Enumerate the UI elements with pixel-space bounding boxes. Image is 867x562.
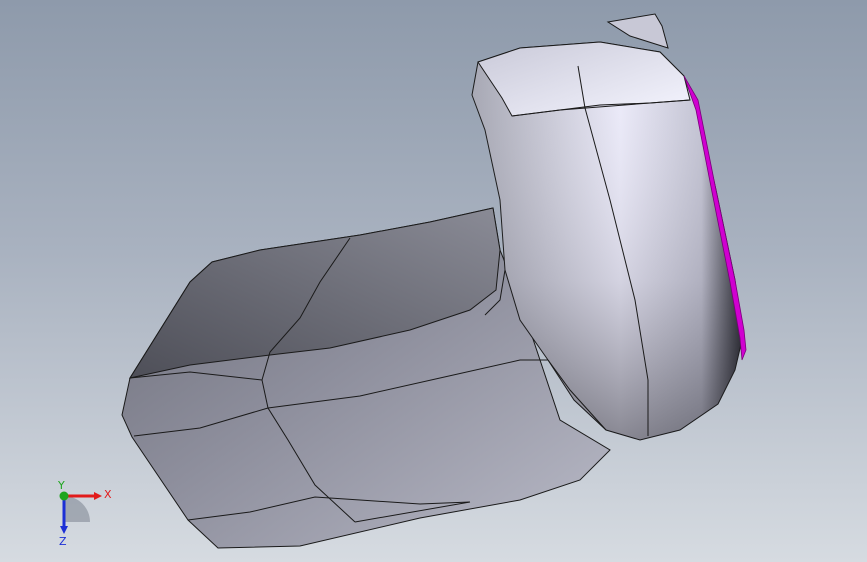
y-axis-dot <box>59 491 69 501</box>
top-tab[interactable] <box>606 13 669 49</box>
y-axis-label: Y <box>57 480 65 492</box>
z-axis-label: Z <box>59 535 67 548</box>
x-axis-label: X <box>104 488 112 501</box>
z-axis-arrow <box>60 526 68 534</box>
x-axis-arrow <box>94 492 102 500</box>
triad-shadow <box>64 496 90 522</box>
graphics-viewport[interactable]: X Y Z <box>0 0 867 562</box>
reference-triad[interactable]: X Y Z <box>44 480 124 550</box>
3d-model[interactable] <box>0 0 867 562</box>
